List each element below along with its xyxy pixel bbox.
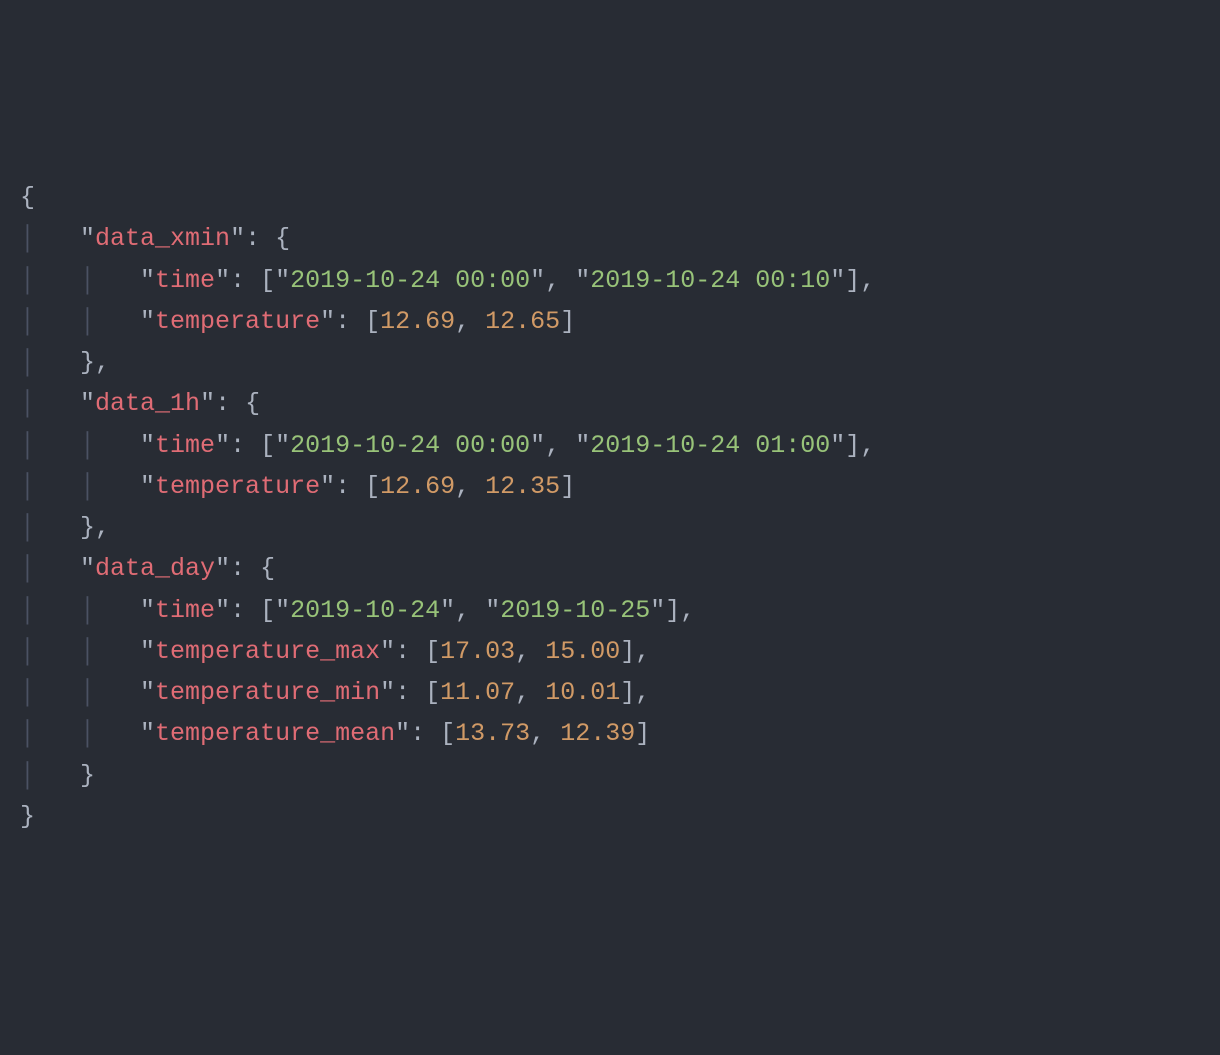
json-key: "temperature_min" — [140, 678, 395, 707]
code-block: {│ "data_xmin": {│ │ "time": ["2019-10-2… — [20, 177, 1200, 837]
json-key: "time" — [140, 431, 230, 460]
json-number: 12.69 — [380, 472, 455, 501]
json-number: 12.35 — [485, 472, 560, 501]
json-number: 12.69 — [380, 307, 455, 336]
code-line: │ "data_1h": { — [20, 383, 1200, 424]
json-key: "data_xmin" — [80, 224, 245, 253]
json-key: "temperature" — [140, 307, 335, 336]
indent-guide: │ │ — [20, 431, 140, 460]
indent-guide: │ — [20, 761, 80, 790]
json-key: "data_1h" — [80, 389, 215, 418]
code-line: │ │ "temperature_min": [11.07, 10.01], — [20, 672, 1200, 713]
indent-guide: │ │ — [20, 472, 140, 501]
indent-guide: │ │ — [20, 678, 140, 707]
code-line: │ │ "temperature_mean": [13.73, 12.39] — [20, 713, 1200, 754]
code-line: } — [20, 796, 1200, 837]
json-key: "data_day" — [80, 554, 230, 583]
indent-guide: │ — [20, 554, 80, 583]
json-number: 17.03 — [440, 637, 515, 666]
json-key: "temperature_max" — [140, 637, 395, 666]
json-key: "time" — [140, 266, 230, 295]
code-line: │ │ "temperature_max": [17.03, 15.00], — [20, 631, 1200, 672]
indent-guide: │ │ — [20, 307, 140, 336]
json-number: 10.01 — [545, 678, 620, 707]
json-string: "2019-10-25" — [485, 596, 665, 625]
close-brace: } — [20, 802, 35, 831]
code-line: │ "data_xmin": { — [20, 218, 1200, 259]
indent-guide: │ │ — [20, 266, 140, 295]
json-string: "2019-10-24" — [275, 596, 455, 625]
indent-guide: │ — [20, 224, 80, 253]
code-line: │ │ "time": ["2019-10-24 00:00", "2019-1… — [20, 260, 1200, 301]
code-line: │ │ "time": ["2019-10-24", "2019-10-25"]… — [20, 590, 1200, 631]
json-number: 15.00 — [545, 637, 620, 666]
code-line: │ │ "temperature": [12.69, 12.35] — [20, 466, 1200, 507]
json-key: "temperature_mean" — [140, 719, 410, 748]
indent-guide: │ — [20, 348, 80, 377]
code-line: │ "data_day": { — [20, 548, 1200, 589]
code-line: │ }, — [20, 507, 1200, 548]
code-line: │ } — [20, 755, 1200, 796]
indent-guide: │ │ — [20, 596, 140, 625]
json-string: "2019-10-24 00:00" — [275, 266, 545, 295]
indent-guide: │ — [20, 389, 80, 418]
code-line: { — [20, 177, 1200, 218]
code-line: │ │ "time": ["2019-10-24 00:00", "2019-1… — [20, 425, 1200, 466]
json-string: "2019-10-24 01:00" — [575, 431, 845, 460]
indent-guide: │ │ — [20, 719, 140, 748]
code-line: │ }, — [20, 342, 1200, 383]
json-string: "2019-10-24 00:10" — [575, 266, 845, 295]
json-key: "time" — [140, 596, 230, 625]
json-number: 12.65 — [485, 307, 560, 336]
open-brace: { — [20, 183, 35, 212]
json-number: 12.39 — [560, 719, 635, 748]
code-line: │ │ "temperature": [12.69, 12.65] — [20, 301, 1200, 342]
json-string: "2019-10-24 00:00" — [275, 431, 545, 460]
json-number: 13.73 — [455, 719, 530, 748]
json-key: "temperature" — [140, 472, 335, 501]
indent-guide: │ — [20, 513, 80, 542]
json-number: 11.07 — [440, 678, 515, 707]
indent-guide: │ │ — [20, 637, 140, 666]
